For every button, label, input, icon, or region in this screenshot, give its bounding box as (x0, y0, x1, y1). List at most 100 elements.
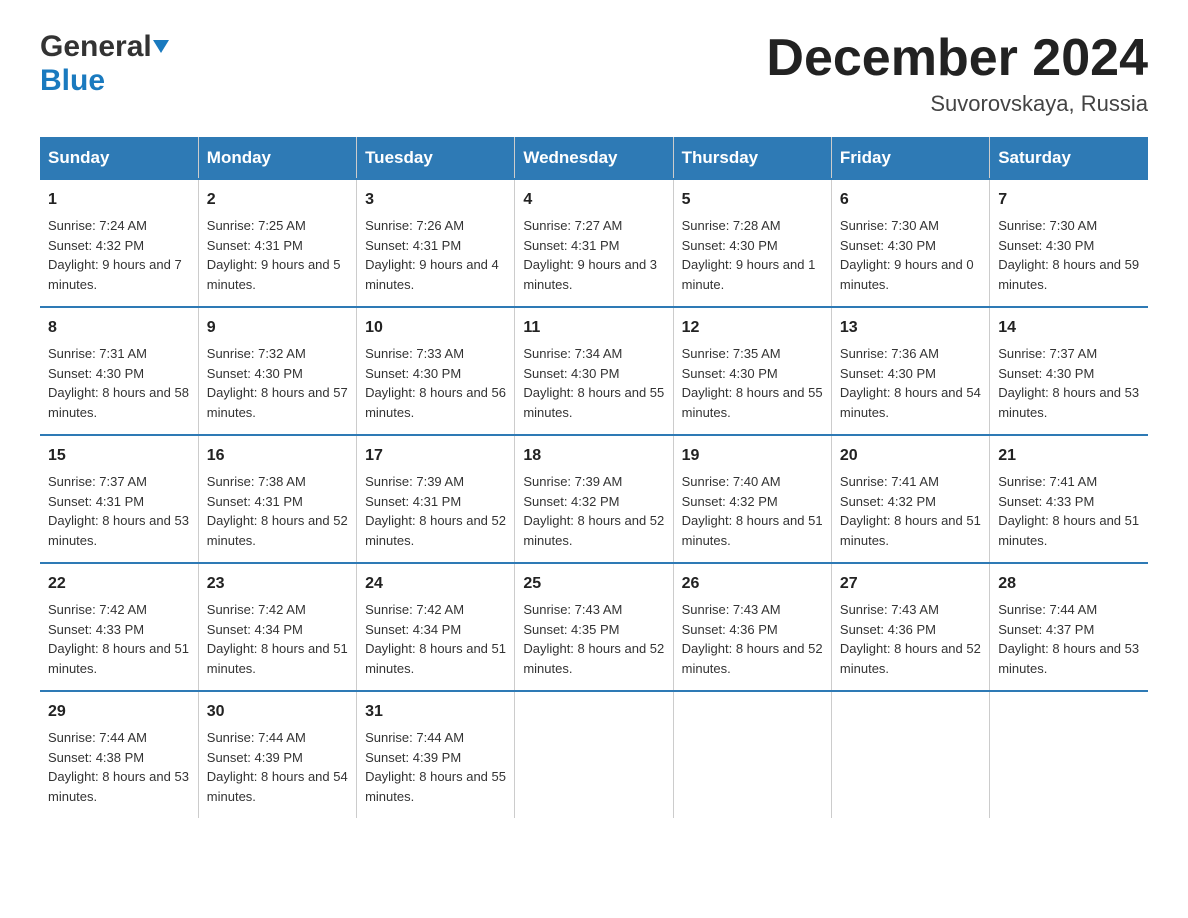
page-header: General Blue December 2024 Suvorovskaya,… (40, 30, 1148, 117)
sunrise-label: Sunrise: 7:43 AM (682, 602, 781, 617)
calendar-cell: 5 Sunrise: 7:28 AM Sunset: 4:30 PM Dayli… (673, 179, 831, 307)
sunset-label: Sunset: 4:30 PM (207, 366, 303, 381)
header-thursday: Thursday (673, 138, 831, 180)
daylight-label: Daylight: 8 hours and 51 minutes. (48, 641, 189, 676)
sunrise-label: Sunrise: 7:41 AM (840, 474, 939, 489)
sunrise-label: Sunrise: 7:27 AM (523, 218, 622, 233)
day-number: 31 (365, 700, 506, 724)
calendar-cell: 29 Sunrise: 7:44 AM Sunset: 4:38 PM Dayl… (40, 691, 198, 818)
daylight-label: Daylight: 8 hours and 58 minutes. (48, 385, 189, 420)
calendar-header-row: SundayMondayTuesdayWednesdayThursdayFrid… (40, 138, 1148, 180)
calendar-cell: 15 Sunrise: 7:37 AM Sunset: 4:31 PM Dayl… (40, 435, 198, 563)
daylight-label: Daylight: 8 hours and 55 minutes. (523, 385, 664, 420)
sunset-label: Sunset: 4:34 PM (207, 622, 303, 637)
sunrise-label: Sunrise: 7:44 AM (207, 730, 306, 745)
sunset-label: Sunset: 4:33 PM (998, 494, 1094, 509)
day-number: 18 (523, 444, 664, 468)
daylight-label: Daylight: 9 hours and 4 minutes. (365, 257, 499, 292)
sunrise-label: Sunrise: 7:37 AM (48, 474, 147, 489)
daylight-label: Daylight: 8 hours and 54 minutes. (207, 769, 348, 804)
calendar-cell: 11 Sunrise: 7:34 AM Sunset: 4:30 PM Dayl… (515, 307, 673, 435)
title-block: December 2024 Suvorovskaya, Russia (766, 30, 1148, 117)
header-friday: Friday (831, 138, 989, 180)
week-row-5: 29 Sunrise: 7:44 AM Sunset: 4:38 PM Dayl… (40, 691, 1148, 818)
calendar-cell: 27 Sunrise: 7:43 AM Sunset: 4:36 PM Dayl… (831, 563, 989, 691)
sunrise-label: Sunrise: 7:44 AM (365, 730, 464, 745)
sunset-label: Sunset: 4:36 PM (682, 622, 778, 637)
daylight-label: Daylight: 9 hours and 5 minutes. (207, 257, 341, 292)
day-number: 17 (365, 444, 506, 468)
calendar-cell: 23 Sunrise: 7:42 AM Sunset: 4:34 PM Dayl… (198, 563, 356, 691)
sunrise-label: Sunrise: 7:41 AM (998, 474, 1097, 489)
header-wednesday: Wednesday (515, 138, 673, 180)
daylight-label: Daylight: 8 hours and 53 minutes. (48, 513, 189, 548)
sunset-label: Sunset: 4:37 PM (998, 622, 1094, 637)
calendar-cell: 16 Sunrise: 7:38 AM Sunset: 4:31 PM Dayl… (198, 435, 356, 563)
sunrise-label: Sunrise: 7:31 AM (48, 346, 147, 361)
daylight-label: Daylight: 8 hours and 53 minutes. (998, 385, 1139, 420)
sunset-label: Sunset: 4:31 PM (365, 494, 461, 509)
calendar-cell: 30 Sunrise: 7:44 AM Sunset: 4:39 PM Dayl… (198, 691, 356, 818)
day-number: 15 (48, 444, 190, 468)
sunset-label: Sunset: 4:39 PM (365, 750, 461, 765)
sunset-label: Sunset: 4:31 PM (523, 238, 619, 253)
sunset-label: Sunset: 4:34 PM (365, 622, 461, 637)
sunset-label: Sunset: 4:36 PM (840, 622, 936, 637)
calendar-cell: 17 Sunrise: 7:39 AM Sunset: 4:31 PM Dayl… (357, 435, 515, 563)
calendar-cell (831, 691, 989, 818)
day-number: 19 (682, 444, 823, 468)
day-number: 30 (207, 700, 348, 724)
calendar-cell: 31 Sunrise: 7:44 AM Sunset: 4:39 PM Dayl… (357, 691, 515, 818)
daylight-label: Daylight: 8 hours and 51 minutes. (682, 513, 823, 548)
logo-general: General (40, 30, 152, 64)
day-number: 3 (365, 188, 506, 212)
sunrise-label: Sunrise: 7:44 AM (998, 602, 1097, 617)
logo-arrow-icon (153, 40, 169, 53)
daylight-label: Daylight: 8 hours and 52 minutes. (523, 641, 664, 676)
calendar-cell: 25 Sunrise: 7:43 AM Sunset: 4:35 PM Dayl… (515, 563, 673, 691)
sunrise-label: Sunrise: 7:40 AM (682, 474, 781, 489)
logo: General Blue (40, 30, 169, 98)
calendar-cell: 4 Sunrise: 7:27 AM Sunset: 4:31 PM Dayli… (515, 179, 673, 307)
sunset-label: Sunset: 4:32 PM (840, 494, 936, 509)
daylight-label: Daylight: 9 hours and 3 minutes. (523, 257, 657, 292)
header-tuesday: Tuesday (357, 138, 515, 180)
calendar-cell: 22 Sunrise: 7:42 AM Sunset: 4:33 PM Dayl… (40, 563, 198, 691)
sunrise-label: Sunrise: 7:35 AM (682, 346, 781, 361)
sunrise-label: Sunrise: 7:39 AM (523, 474, 622, 489)
sunrise-label: Sunrise: 7:28 AM (682, 218, 781, 233)
daylight-label: Daylight: 8 hours and 53 minutes. (998, 641, 1139, 676)
sunrise-label: Sunrise: 7:36 AM (840, 346, 939, 361)
day-number: 9 (207, 316, 348, 340)
sunset-label: Sunset: 4:32 PM (523, 494, 619, 509)
calendar-cell: 2 Sunrise: 7:25 AM Sunset: 4:31 PM Dayli… (198, 179, 356, 307)
day-number: 4 (523, 188, 664, 212)
page-subtitle: Suvorovskaya, Russia (766, 91, 1148, 117)
daylight-label: Daylight: 8 hours and 53 minutes. (48, 769, 189, 804)
day-number: 22 (48, 572, 190, 596)
sunset-label: Sunset: 4:30 PM (682, 238, 778, 253)
day-number: 2 (207, 188, 348, 212)
calendar-cell: 19 Sunrise: 7:40 AM Sunset: 4:32 PM Dayl… (673, 435, 831, 563)
sunset-label: Sunset: 4:30 PM (523, 366, 619, 381)
day-number: 12 (682, 316, 823, 340)
sunrise-label: Sunrise: 7:37 AM (998, 346, 1097, 361)
sunrise-label: Sunrise: 7:24 AM (48, 218, 147, 233)
calendar-cell: 7 Sunrise: 7:30 AM Sunset: 4:30 PM Dayli… (990, 179, 1148, 307)
sunrise-label: Sunrise: 7:38 AM (207, 474, 306, 489)
calendar-cell: 12 Sunrise: 7:35 AM Sunset: 4:30 PM Dayl… (673, 307, 831, 435)
logo-blue: Blue (40, 64, 105, 97)
daylight-label: Daylight: 8 hours and 55 minutes. (682, 385, 823, 420)
daylight-label: Daylight: 8 hours and 51 minutes. (365, 641, 506, 676)
sunrise-label: Sunrise: 7:30 AM (998, 218, 1097, 233)
sunrise-label: Sunrise: 7:26 AM (365, 218, 464, 233)
daylight-label: Daylight: 9 hours and 7 minutes. (48, 257, 182, 292)
daylight-label: Daylight: 8 hours and 54 minutes. (840, 385, 981, 420)
calendar-cell: 24 Sunrise: 7:42 AM Sunset: 4:34 PM Dayl… (357, 563, 515, 691)
calendar-cell: 26 Sunrise: 7:43 AM Sunset: 4:36 PM Dayl… (673, 563, 831, 691)
calendar-cell (515, 691, 673, 818)
day-number: 14 (998, 316, 1140, 340)
sunset-label: Sunset: 4:32 PM (682, 494, 778, 509)
day-number: 21 (998, 444, 1140, 468)
day-number: 13 (840, 316, 981, 340)
